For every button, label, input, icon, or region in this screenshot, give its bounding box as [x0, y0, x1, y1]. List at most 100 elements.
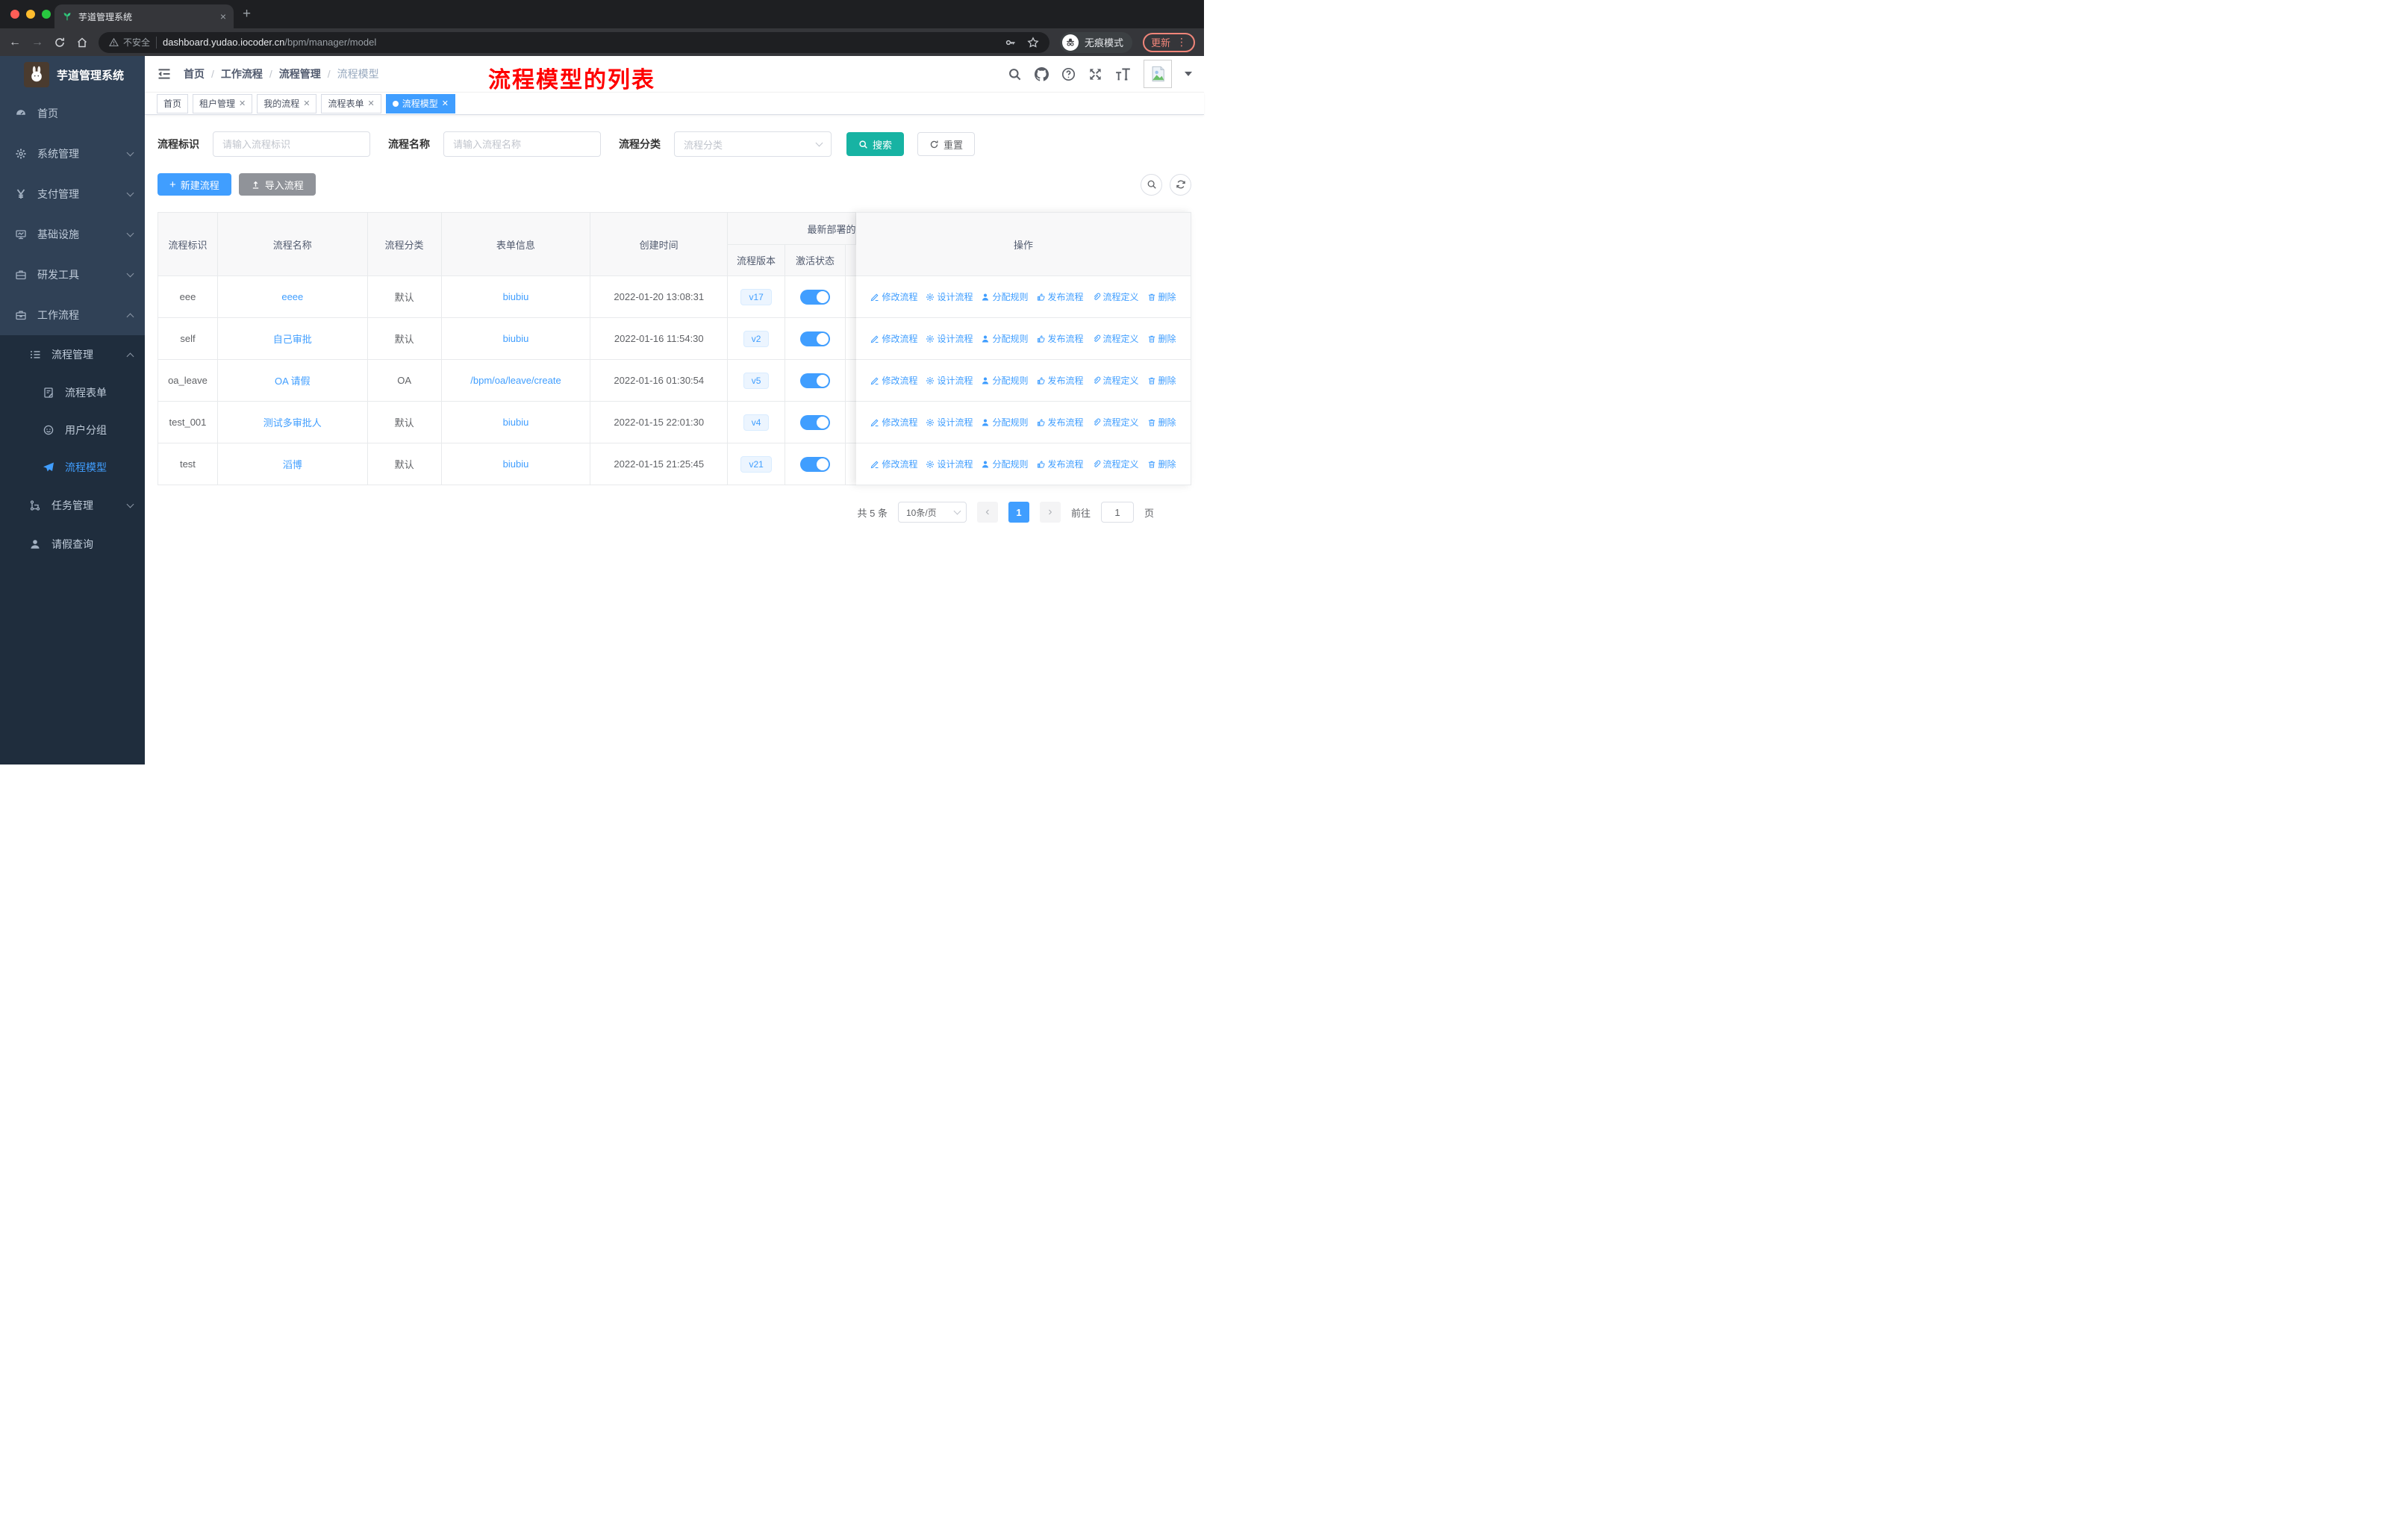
- sidebar-item-process-form[interactable]: 流程表单: [0, 374, 145, 411]
- sidebar-item-workflow[interactable]: 工作流程: [0, 295, 145, 335]
- op-gear-link[interactable]: 设计流程: [926, 416, 973, 429]
- op-assign-user-link[interactable]: 分配规则: [981, 458, 1029, 470]
- op-assign-user-link[interactable]: 分配规则: [981, 290, 1029, 303]
- process-category-select[interactable]: 流程分类: [674, 131, 832, 157]
- url-bar[interactable]: 不安全 dashboard.yudao.iocoder.cn/bpm/manag…: [99, 31, 1049, 53]
- tag-home[interactable]: 首页: [157, 93, 189, 113]
- breadcrumb-workflow[interactable]: 工作流程: [221, 66, 263, 81]
- op-edit-link[interactable]: 修改流程: [870, 416, 917, 429]
- op-definition-link[interactable]: 流程定义: [1092, 374, 1139, 387]
- search-button[interactable]: 搜索: [846, 132, 905, 156]
- close-tab-icon[interactable]: ×: [220, 10, 226, 22]
- sidebar-item-task-mgmt[interactable]: 任务管理: [0, 486, 145, 525]
- process-name-link[interactable]: eeee: [281, 291, 303, 302]
- op-edit-link[interactable]: 修改流程: [870, 458, 917, 470]
- app-logo-row[interactable]: 芋道管理系统: [0, 56, 145, 93]
- sidebar-item-infra[interactable]: 基础设施: [0, 214, 145, 255]
- close-icon[interactable]: ✕: [368, 99, 375, 108]
- op-delete-link[interactable]: 删除: [1147, 332, 1176, 345]
- op-assign-user-link[interactable]: 分配规则: [981, 332, 1029, 345]
- active-status-toggle[interactable]: [800, 414, 831, 430]
- sidebar-item-leave-query[interactable]: 请假查询: [0, 525, 145, 564]
- current-page-button[interactable]: 1: [1008, 502, 1029, 523]
- sidebar-item-payment[interactable]: 支付管理: [0, 174, 145, 214]
- op-publish-link[interactable]: 发布流程: [1037, 374, 1084, 387]
- breadcrumb-home[interactable]: 首页: [184, 66, 205, 81]
- active-status-toggle[interactable]: [800, 456, 831, 472]
- help-icon[interactable]: [1061, 67, 1076, 81]
- forward-icon[interactable]: →: [31, 36, 43, 49]
- op-delete-link[interactable]: 删除: [1147, 374, 1176, 387]
- browser-tab[interactable]: 芋道管理系统 ×: [54, 4, 234, 28]
- minimize-window-button[interactable]: [26, 10, 35, 19]
- op-edit-link[interactable]: 修改流程: [870, 374, 917, 387]
- back-icon[interactable]: ←: [9, 36, 21, 49]
- process-name-input[interactable]: [443, 131, 601, 157]
- op-edit-link[interactable]: 修改流程: [870, 332, 917, 345]
- form-info-link[interactable]: biubiu: [503, 458, 529, 470]
- reload-icon[interactable]: [54, 37, 66, 49]
- active-status-toggle[interactable]: [800, 373, 831, 388]
- next-page-button[interactable]: ›: [1039, 502, 1061, 523]
- github-icon[interactable]: [1035, 66, 1049, 81]
- op-definition-link[interactable]: 流程定义: [1092, 416, 1139, 429]
- browser-menu-icon[interactable]: ⋮: [1176, 36, 1187, 49]
- avatar-caret-icon[interactable]: [1185, 72, 1192, 76]
- op-delete-link[interactable]: 删除: [1147, 416, 1176, 429]
- tag-tenant[interactable]: 租户管理 ✕: [193, 93, 253, 113]
- op-definition-link[interactable]: 流程定义: [1092, 290, 1139, 303]
- sidebar-item-process-mgmt[interactable]: 流程管理: [0, 335, 145, 374]
- breadcrumb-process-mgmt[interactable]: 流程管理: [279, 66, 321, 81]
- close-icon[interactable]: ✕: [442, 99, 449, 108]
- op-publish-link[interactable]: 发布流程: [1037, 416, 1084, 429]
- process-name-link[interactable]: 自己审批: [273, 331, 312, 346]
- sidebar-item-user-group[interactable]: 用户分组: [0, 411, 145, 449]
- sidebar-item-devtools[interactable]: 研发工具: [0, 255, 145, 295]
- tag-my-process[interactable]: 我的流程 ✕: [257, 93, 317, 113]
- form-info-link[interactable]: biubiu: [503, 417, 529, 428]
- fold-sidebar-icon[interactable]: [157, 66, 172, 81]
- close-icon[interactable]: ✕: [239, 99, 246, 108]
- form-info-link[interactable]: biubiu: [503, 291, 529, 302]
- search-icon[interactable]: [1008, 67, 1022, 81]
- op-assign-user-link[interactable]: 分配规则: [981, 374, 1029, 387]
- op-assign-user-link[interactable]: 分配规则: [981, 416, 1029, 429]
- avatar[interactable]: [1144, 60, 1172, 88]
- op-gear-link[interactable]: 设计流程: [926, 458, 973, 470]
- page-size-select[interactable]: 10条/页: [897, 502, 967, 523]
- form-info-link[interactable]: biubiu: [503, 333, 529, 344]
- op-delete-link[interactable]: 删除: [1147, 458, 1176, 470]
- update-button[interactable]: 更新 ⋮: [1142, 32, 1195, 52]
- op-edit-link[interactable]: 修改流程: [870, 290, 917, 303]
- home-icon[interactable]: [76, 37, 88, 49]
- fullscreen-icon[interactable]: [1088, 67, 1102, 81]
- tag-process-form[interactable]: 流程表单 ✕: [321, 93, 381, 113]
- refresh-table-button[interactable]: [1170, 173, 1191, 196]
- op-gear-link[interactable]: 设计流程: [926, 290, 973, 303]
- op-delete-link[interactable]: 删除: [1147, 290, 1176, 303]
- reset-button[interactable]: 重置: [917, 132, 976, 156]
- op-publish-link[interactable]: 发布流程: [1037, 290, 1084, 303]
- goto-page-input[interactable]: [1100, 502, 1134, 523]
- form-info-link[interactable]: /bpm/oa/leave/create: [470, 375, 561, 386]
- active-status-toggle[interactable]: [800, 331, 831, 346]
- sidebar-item-system[interactable]: 系统管理: [0, 134, 145, 174]
- op-publish-link[interactable]: 发布流程: [1037, 458, 1084, 470]
- sidebar-item-process-model[interactable]: 流程模型: [0, 449, 145, 486]
- maximize-window-button[interactable]: [42, 10, 51, 19]
- op-gear-link[interactable]: 设计流程: [926, 374, 973, 387]
- toggle-search-button[interactable]: [1141, 173, 1162, 196]
- op-definition-link[interactable]: 流程定义: [1092, 458, 1139, 470]
- security-status[interactable]: 不安全: [109, 36, 150, 49]
- font-size-icon[interactable]: [1115, 67, 1131, 81]
- star-icon[interactable]: [1027, 36, 1039, 49]
- import-process-button[interactable]: 导入流程: [238, 173, 316, 196]
- process-name-link[interactable]: 测试多审批人: [263, 415, 322, 429]
- url-text[interactable]: dashboard.yudao.iocoder.cn/bpm/manager/m…: [163, 37, 376, 48]
- op-gear-link[interactable]: 设计流程: [926, 332, 973, 345]
- op-publish-link[interactable]: 发布流程: [1037, 332, 1084, 345]
- new-tab-button[interactable]: +: [243, 6, 251, 22]
- tag-process-model[interactable]: 流程模型 ✕: [385, 93, 455, 113]
- sidebar-item-home[interactable]: 首页: [0, 93, 145, 134]
- key-icon[interactable]: [1005, 37, 1017, 49]
